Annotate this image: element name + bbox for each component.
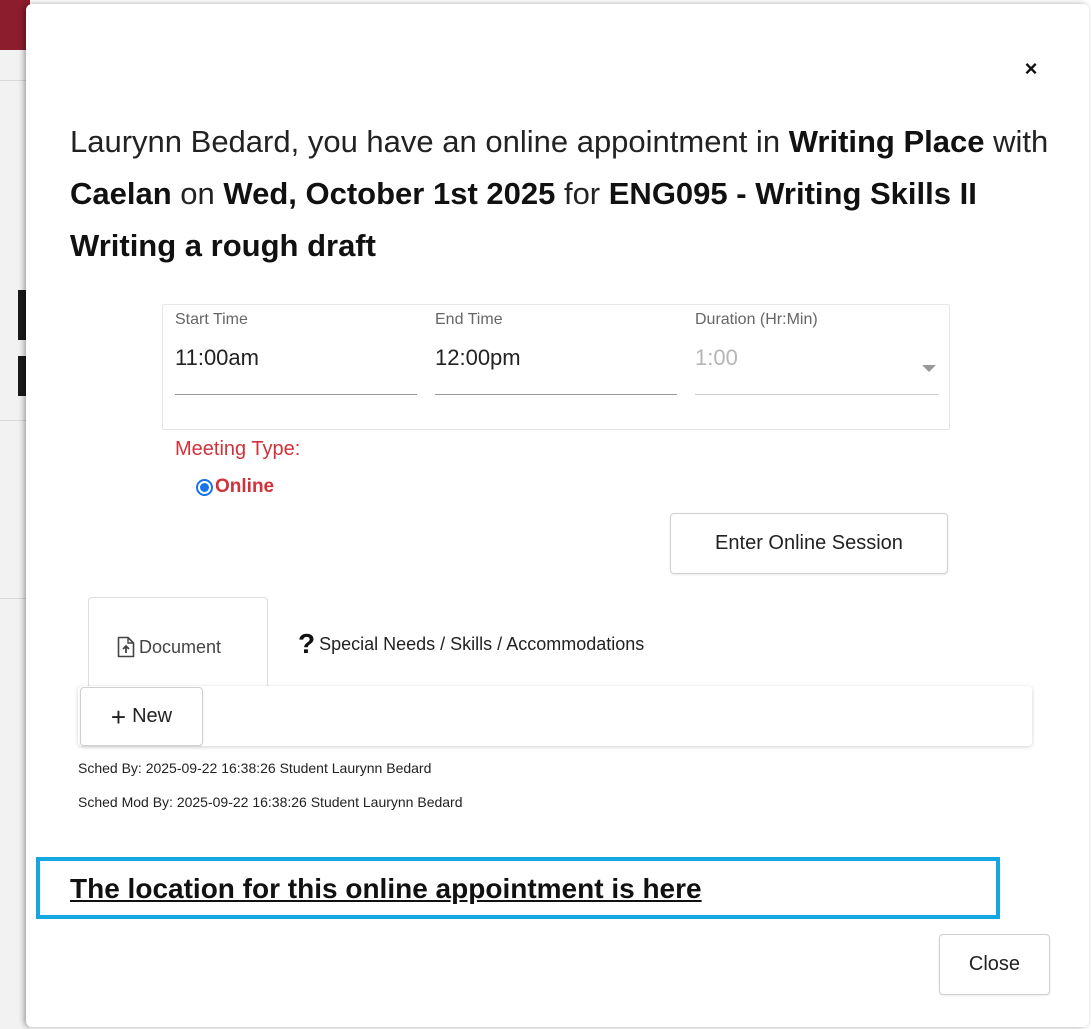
appointment-summary: Laurynn Bedard, you have an online appoi… <box>70 116 1070 272</box>
time-fields-panel: Start Time 11:00am End Time 12:00pm Dura… <box>162 304 950 430</box>
plus-icon: + <box>110 701 127 732</box>
start-time-value[interactable]: 11:00am <box>175 345 417 371</box>
field-underline <box>175 394 417 395</box>
summary-date: Wed, October 1st 2025 <box>223 176 556 211</box>
summary-text: on <box>171 176 224 211</box>
online-radio[interactable] <box>196 478 213 496</box>
duration-value: 1:00 <box>695 345 738 370</box>
start-time-field[interactable]: Start Time 11:00am <box>175 311 417 395</box>
end-time-field[interactable]: End Time 12:00pm <box>435 311 677 395</box>
end-time-value[interactable]: 12:00pm <box>435 345 677 371</box>
field-underline <box>695 394 938 395</box>
duration-label: Duration (Hr:Min) <box>695 311 818 328</box>
online-location-link[interactable]: The location for this online appointment… <box>70 873 702 905</box>
close-icon[interactable]: × <box>1016 54 1046 84</box>
new-button-label: New <box>132 705 173 727</box>
meeting-type-online-option[interactable]: Online <box>196 474 274 500</box>
summary-tutor: Caelan <box>70 176 172 211</box>
close-button[interactable]: Close <box>939 934 1050 995</box>
sched-mod-by-text: Sched Mod By: 2025-09-22 16:38:26 Studen… <box>78 794 463 810</box>
enter-online-session-button[interactable]: Enter Online Session <box>670 513 948 574</box>
new-document-button[interactable]: + New <box>80 687 203 746</box>
meeting-type-label: Meeting Type: <box>175 438 301 460</box>
dropdown-caret-icon <box>922 365 936 372</box>
question-mark-icon: ? <box>298 628 316 659</box>
document-tab-panel <box>78 686 1032 746</box>
end-time-label: End Time <box>435 311 503 328</box>
tab-special-needs[interactable]: ? Special Needs / Skills / Accommodation… <box>298 630 644 658</box>
sched-by-text: Sched By: 2025-09-22 16:38:26 Student La… <box>78 760 432 776</box>
appointment-modal: × Laurynn Bedard, you have an online app… <box>26 4 1089 1027</box>
duration-select[interactable]: Duration (Hr:Min) 1:00 <box>695 311 938 395</box>
summary-text: Laurynn Bedard, you have an online appoi… <box>70 124 789 159</box>
radio-selected-dot <box>200 482 209 492</box>
field-underline <box>435 394 677 395</box>
summary-text: for <box>555 176 609 211</box>
start-time-label: Start Time <box>175 311 248 328</box>
tab-document[interactable]: Document <box>88 597 268 688</box>
tab-document-label: Document <box>139 636 222 657</box>
summary-location: Writing Place <box>788 124 985 159</box>
online-radio-label: Online <box>215 476 275 497</box>
tab-special-needs-label: Special Needs / Skills / Accommodations <box>319 633 645 654</box>
file-upload-icon <box>117 636 135 658</box>
summary-text: with <box>984 124 1049 159</box>
